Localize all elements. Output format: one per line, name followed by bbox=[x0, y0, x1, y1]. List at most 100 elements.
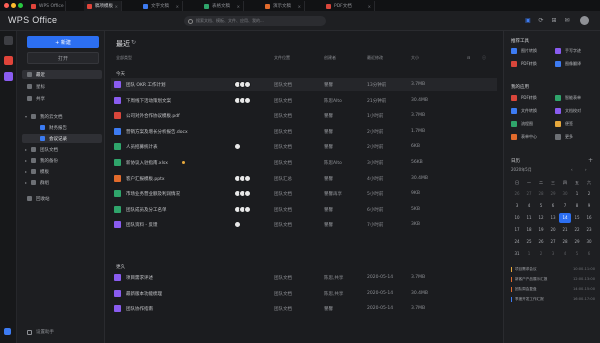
file-row[interactable]: 营销方案及增长分析报告.docx 团队文档 瞿馨 2小时前 1.7MB bbox=[111, 125, 497, 138]
close-tab-icon[interactable]: × bbox=[298, 4, 301, 9]
view-toggle-icon[interactable]: ⊟ bbox=[467, 55, 470, 60]
calendar-day[interactable]: 1 bbox=[523, 249, 535, 259]
calendar-day[interactable]: 26 bbox=[511, 189, 523, 199]
tree-item-2[interactable]: 会议记录 bbox=[22, 134, 102, 143]
tool-item[interactable]: 智能表单 bbox=[555, 93, 599, 103]
calendar-day[interactable]: 26 bbox=[535, 237, 547, 247]
file-name[interactable]: 下周线下活动策划文案 bbox=[126, 98, 171, 104]
calendar-day[interactable]: 2 bbox=[583, 189, 595, 199]
calendar-day[interactable]: 20 bbox=[547, 225, 559, 235]
calendar-day[interactable]: 3 bbox=[511, 201, 523, 211]
file-row[interactable]: 团队协作指南 团队文档 瞿馨 2020-05-14 3.7MB bbox=[111, 302, 497, 315]
layout-icon[interactable]: ▣ bbox=[524, 17, 532, 25]
calendar-day[interactable]: 27 bbox=[523, 189, 535, 199]
new-button[interactable]: + 新建 bbox=[27, 36, 99, 48]
calendar-day[interactable]: 28 bbox=[535, 189, 547, 199]
refresh-icon[interactable]: ↻ bbox=[131, 39, 136, 46]
calendar-day[interactable]: 28 bbox=[559, 237, 571, 247]
tree-item-0[interactable]: ▾ 我的云文档 bbox=[22, 112, 102, 121]
file-name[interactable]: 最新版本功能梳理 bbox=[126, 291, 162, 297]
tree-item-6[interactable]: ▸ 群组 bbox=[22, 178, 102, 187]
col-owner[interactable]: 创建者 bbox=[324, 55, 336, 61]
tool-item[interactable]: 流程图 bbox=[511, 119, 555, 129]
col-location[interactable]: 文件位置 bbox=[274, 55, 290, 61]
file-row[interactable]: 最新版本功能梳理 团队文档 陈思,共享 2020-05-14 30.4MB bbox=[111, 287, 497, 300]
calendar-day[interactable]: 29 bbox=[571, 237, 583, 247]
calendar-day[interactable]: 19 bbox=[535, 225, 547, 235]
settings-icon[interactable] bbox=[4, 328, 11, 335]
calendar-day[interactable]: 13 bbox=[547, 213, 559, 223]
todo-icon[interactable] bbox=[4, 72, 13, 81]
grid-icon[interactable]: ⊞ bbox=[550, 17, 558, 25]
info-icon[interactable]: ⓘ bbox=[482, 55, 486, 61]
file-name[interactable]: 人员招募统计表 bbox=[126, 144, 158, 150]
calendar-day[interactable]: 30 bbox=[583, 237, 595, 247]
calendar-day[interactable]: 15 bbox=[571, 213, 583, 223]
prev-month-icon[interactable]: ‹ bbox=[571, 167, 573, 172]
maximize-window-button[interactable] bbox=[18, 3, 23, 8]
calendar-day[interactable]: 12 bbox=[535, 213, 547, 223]
tool-item[interactable]: PDF转换 bbox=[511, 59, 555, 69]
tab-4[interactable]: 演示文稿 × bbox=[262, 1, 305, 11]
tool-item[interactable]: 图像翻译 bbox=[555, 59, 599, 69]
search-input[interactable]: 搜索文档、模板、文件、应用、我的... bbox=[184, 16, 326, 26]
chevron-down-icon[interactable]: ▾ bbox=[25, 114, 29, 119]
file-name[interactable]: 团队协作指南 bbox=[126, 306, 153, 312]
tool-item[interactable]: 手写字迹 bbox=[555, 46, 599, 56]
close-window-button[interactable] bbox=[4, 3, 9, 8]
calendar-day[interactable]: 31 bbox=[511, 249, 523, 259]
chevron-right-icon[interactable]: ▸ bbox=[25, 147, 29, 152]
calendar-day[interactable]: 16 bbox=[583, 213, 595, 223]
tree-item-1[interactable]: 财务报告 bbox=[22, 123, 102, 132]
file-name[interactable]: 项目需求评述 bbox=[126, 275, 153, 281]
calendar-day[interactable]: 3 bbox=[547, 249, 559, 259]
file-row[interactable]: 团队成员及分工名单 团队文档 瞿馨 6小时前 5KB bbox=[111, 203, 497, 216]
calendar-day[interactable]: 14 bbox=[559, 213, 571, 223]
calendar-day[interactable]: 1 bbox=[571, 189, 583, 199]
tab-2[interactable]: 文字文稿 × bbox=[140, 1, 183, 11]
trash-item[interactable]: 回收站 bbox=[22, 194, 102, 203]
calendar-day[interactable]: 27 bbox=[547, 237, 559, 247]
tab-5[interactable]: PDF文档 × bbox=[323, 1, 375, 11]
tree-item-5[interactable]: ▸ 模板 bbox=[22, 167, 102, 176]
tool-item[interactable]: PDF转换 bbox=[511, 93, 555, 103]
calendar-day[interactable]: 8 bbox=[571, 201, 583, 211]
close-tab-icon[interactable]: × bbox=[368, 4, 371, 9]
open-button[interactable]: 打开 bbox=[27, 52, 99, 64]
apps-icon[interactable] bbox=[4, 56, 13, 65]
chevron-right-icon[interactable]: ▸ bbox=[25, 180, 29, 185]
tree-item-4[interactable]: ▸ 我的备份 bbox=[22, 156, 102, 165]
calendar-event[interactable]: 团队周会复盘 14:00-15:00 bbox=[511, 285, 597, 293]
col-type[interactable]: 全部类型 bbox=[116, 55, 132, 61]
calendar-day[interactable]: 30 bbox=[559, 189, 571, 199]
file-row[interactable]: 人员招募统计表 团队文档 瞿馨 2小时前 6KB bbox=[111, 140, 497, 153]
file-row[interactable]: 公司对外合作协议模板.pdf 团队文档 瞿馨 1小时前 3.7MB bbox=[111, 109, 497, 122]
calendar-event[interactable]: 项目需求会议 10:00-11:00 bbox=[511, 265, 597, 273]
file-name[interactable]: 团队成员及分工名单 bbox=[126, 207, 167, 213]
calendar-event[interactable]: 新客户产品展示汇报 12:00-13:00 bbox=[511, 275, 597, 283]
file-row[interactable]: 团队 OKR 工作计划 团队文档 瞿馨 13分钟前 3.7MB bbox=[111, 78, 497, 91]
file-row[interactable]: 下周线下活动策划文案 团队文档 陈思Alto 21分钟前 30.4MB bbox=[111, 94, 497, 107]
calendar-day[interactable]: 5 bbox=[535, 201, 547, 211]
minimize-window-button[interactable] bbox=[11, 3, 16, 8]
calendar-day[interactable]: 23 bbox=[583, 225, 595, 235]
file-row[interactable]: 项目需求评述 团队文档 陈思,共享 2020-05-14 3.7MB bbox=[111, 271, 497, 284]
calendar-day[interactable]: 4 bbox=[523, 201, 535, 211]
calendar-day[interactable]: 29 bbox=[547, 189, 559, 199]
file-row[interactable]: 客户汇报模板.pptx 团队汇总 瞿馨 4小时前 30.4MB bbox=[111, 172, 497, 185]
calendar-day[interactable]: 6 bbox=[547, 201, 559, 211]
tool-item[interactable]: 图片转换 bbox=[511, 46, 555, 56]
calendar-day[interactable]: 10 bbox=[511, 213, 523, 223]
calendar-day[interactable]: 6 bbox=[583, 249, 595, 259]
file-row[interactable]: 市场业务营业额及利润情况 团队文档 瞿馨再享 5小时前 9KB bbox=[111, 187, 497, 200]
file-name[interactable]: 营销方案及增长分析报告.docx bbox=[126, 129, 188, 135]
col-size[interactable]: 大小 bbox=[411, 55, 419, 61]
close-tab-icon[interactable]: × bbox=[176, 4, 179, 9]
calendar-day[interactable]: 22 bbox=[571, 225, 583, 235]
tab-0[interactable]: WPS Office bbox=[28, 1, 66, 11]
calendar-day[interactable]: 24 bbox=[511, 237, 523, 247]
col-modified[interactable]: 最近修改 bbox=[367, 55, 383, 61]
avatar[interactable] bbox=[580, 16, 589, 25]
calendar-day[interactable]: 18 bbox=[523, 225, 535, 235]
tool-item[interactable]: 便签 bbox=[555, 119, 599, 129]
